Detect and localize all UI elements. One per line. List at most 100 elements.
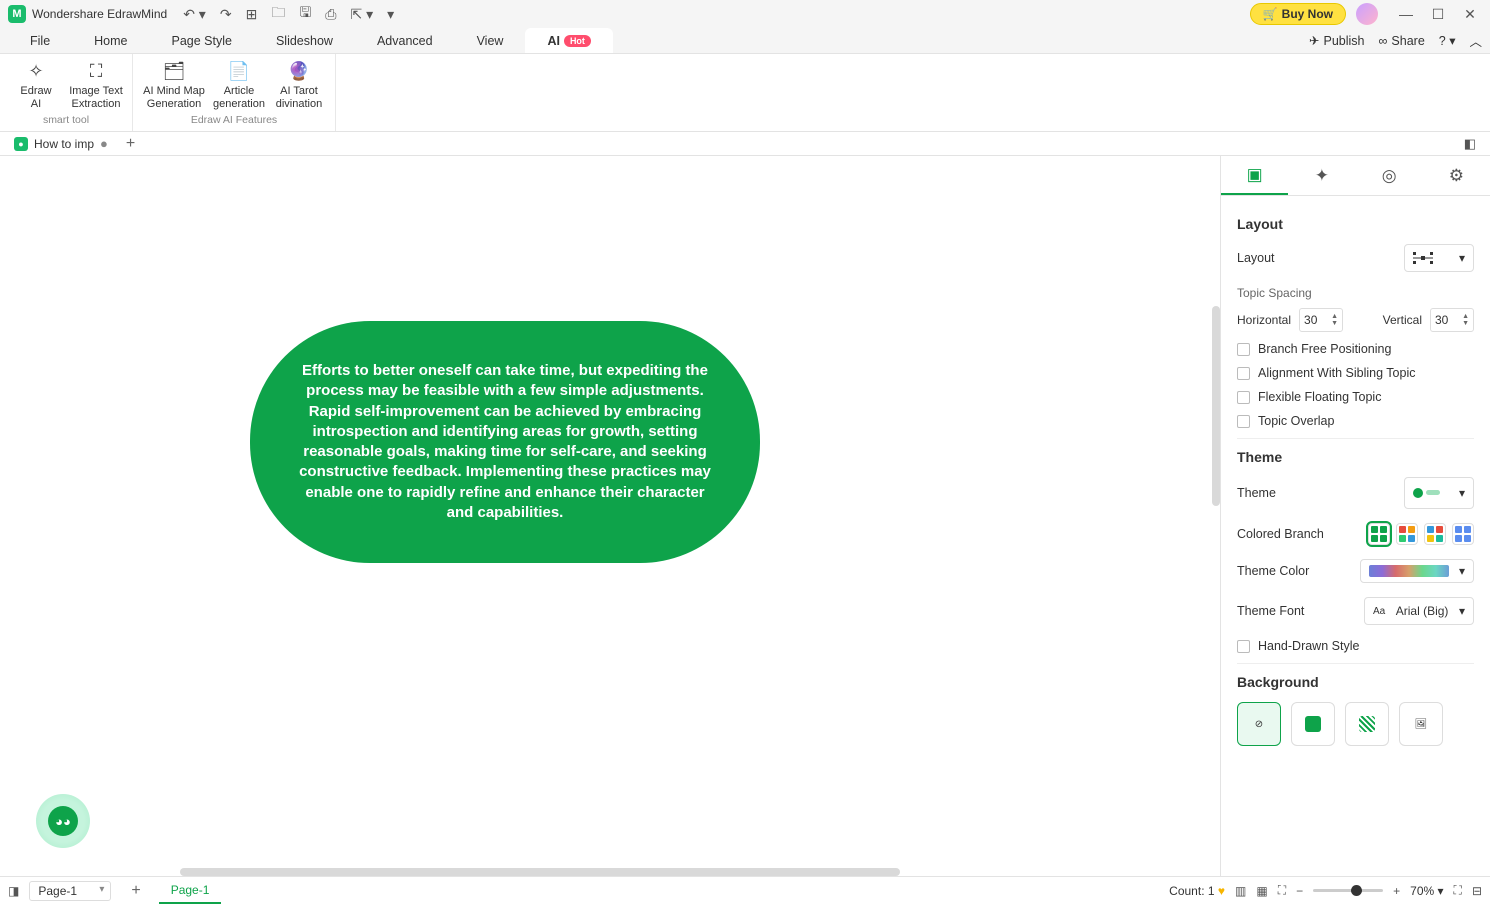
- redo-icon[interactable]: ↷: [216, 4, 236, 25]
- fit-icon[interactable]: ⛶: [1278, 883, 1286, 898]
- ai-tarot-button[interactable]: 🔮AI Tarot divination: [271, 58, 327, 114]
- zoom-value[interactable]: 70% ▾: [1410, 884, 1443, 898]
- panel-tab-style[interactable]: ✦: [1288, 156, 1355, 195]
- vertical-spinner[interactable]: 30▲▼: [1430, 308, 1474, 332]
- user-avatar[interactable]: [1356, 3, 1378, 25]
- ribbon-group-ai-features: 🗂AI Mind Map Generation 📄Article generat…: [133, 54, 336, 131]
- view-mode-1-icon[interactable]: ▥: [1235, 884, 1246, 898]
- theme-font-value: Arial (Big): [1396, 604, 1449, 618]
- new-icon[interactable]: ⊞: [242, 4, 262, 25]
- vertical-scrollbar[interactable]: [1212, 306, 1220, 506]
- menu-advanced[interactable]: Advanced: [355, 28, 455, 53]
- add-tab-button[interactable]: +: [116, 135, 145, 153]
- menu-view[interactable]: View: [455, 28, 526, 53]
- article-generation-button[interactable]: 📄Article generation: [211, 58, 267, 114]
- collapse-ribbon-icon[interactable]: ︿: [1469, 31, 1482, 50]
- zoom-handle[interactable]: [1351, 885, 1362, 896]
- menu-page-style[interactable]: Page Style: [150, 28, 254, 53]
- panel-tabs: ▣ ✦ ◎ ⚙: [1221, 156, 1490, 196]
- undo-icon[interactable]: ↶ ▾: [179, 4, 210, 25]
- zoom-out-icon[interactable]: −: [1296, 884, 1303, 898]
- colored-branch-swatches: [1368, 523, 1474, 545]
- hand-drawn-checkbox[interactable]: Hand-Drawn Style: [1237, 639, 1474, 653]
- image-text-extraction-button[interactable]: ⛶Image Text Extraction: [68, 58, 124, 114]
- theme-color-dropdown[interactable]: ▾: [1360, 559, 1474, 583]
- ai-mindmap-button[interactable]: 🗂AI Mind Map Generation: [141, 58, 207, 114]
- branch-swatch-3[interactable]: [1424, 523, 1446, 545]
- buy-now-button[interactable]: 🛒 Buy Now: [1250, 3, 1346, 25]
- menu-home[interactable]: Home: [72, 28, 149, 53]
- bg-image-option[interactable]: 🖼: [1399, 702, 1443, 746]
- canvas[interactable]: Efforts to better oneself can take time,…: [0, 156, 1220, 876]
- theme-thumb-icon: [1413, 484, 1447, 502]
- panel-tab-settings[interactable]: ⚙: [1423, 156, 1490, 195]
- outline-toggle-icon[interactable]: ◨: [8, 884, 19, 898]
- more-icon[interactable]: ▾: [383, 4, 398, 25]
- central-topic-node[interactable]: Efforts to better oneself can take time,…: [250, 321, 760, 563]
- menu-ai[interactable]: AI Hot: [525, 28, 613, 53]
- doc-tab-close-icon[interactable]: ●: [100, 136, 108, 151]
- export-icon[interactable]: ⇱ ▾: [346, 4, 377, 25]
- flexible-floating-checkbox[interactable]: Flexible Floating Topic: [1237, 390, 1474, 404]
- save-icon[interactable]: 🖫: [295, 0, 315, 28]
- align-sibling-checkbox[interactable]: Alignment With Sibling Topic: [1237, 366, 1474, 380]
- ocr-icon: ⛶: [90, 61, 103, 83]
- horizontal-scrollbar[interactable]: [180, 868, 900, 876]
- horizontal-spinner[interactable]: 30▲▼: [1299, 308, 1343, 332]
- branch-swatch-4[interactable]: [1452, 523, 1474, 545]
- checkbox-icon: [1237, 367, 1250, 380]
- bg-color-option[interactable]: [1291, 702, 1335, 746]
- collapse-panel-icon[interactable]: ⊟: [1472, 884, 1482, 898]
- minimize-icon[interactable]: —: [1394, 6, 1418, 23]
- view-mode-2-icon[interactable]: ▦: [1256, 884, 1267, 898]
- horizontal-label: Horizontal: [1237, 313, 1291, 327]
- close-icon[interactable]: ✕: [1458, 6, 1482, 23]
- bg-texture-option[interactable]: [1345, 702, 1389, 746]
- panel-toggle-icon[interactable]: ◧: [1456, 136, 1484, 152]
- color-strip-icon: [1369, 565, 1449, 577]
- quick-tools: ↶ ▾ ↷ ⊞ 🗀 🖫 ⎙ ⇱ ▾ ▾: [179, 0, 398, 28]
- panel-tab-icon[interactable]: ◎: [1356, 156, 1423, 195]
- add-page-button[interactable]: +: [121, 882, 150, 900]
- doc-tab-1[interactable]: ● How to imp ●: [6, 134, 116, 153]
- zoom-in-icon[interactable]: +: [1393, 884, 1400, 898]
- page-pill-label: Page-1: [171, 883, 210, 897]
- theme-dropdown[interactable]: ▾: [1404, 477, 1474, 509]
- topic-overlap-label: Topic Overlap: [1258, 414, 1334, 428]
- print-icon[interactable]: ⎙: [321, 4, 340, 25]
- share-label: Share: [1391, 34, 1424, 48]
- ribbon-group1-label: smart tool: [43, 114, 89, 128]
- menubar: File Home Page Style Slideshow Advanced …: [0, 28, 1490, 54]
- ribbon-group-smart-tool: ✧Edraw AI ⛶Image Text Extraction smart t…: [0, 54, 133, 131]
- panel-tab-layout[interactable]: ▣: [1221, 156, 1288, 195]
- vertical-value: 30: [1435, 313, 1448, 327]
- topic-overlap-checkbox[interactable]: Topic Overlap: [1237, 414, 1474, 428]
- layout-dropdown[interactable]: ▾: [1404, 244, 1474, 272]
- branch-swatch-2[interactable]: [1396, 523, 1418, 545]
- help-icon[interactable]: ? ▾: [1439, 33, 1456, 48]
- menu-file[interactable]: File: [8, 28, 72, 53]
- hot-badge: Hot: [564, 35, 591, 47]
- bg-none-option[interactable]: ⊘: [1237, 702, 1281, 746]
- theme-heading: Theme: [1237, 449, 1474, 465]
- branch-free-checkbox[interactable]: Branch Free Positioning: [1237, 342, 1474, 356]
- menu-slideshow[interactable]: Slideshow: [254, 28, 355, 53]
- edraw-ai-button[interactable]: ✧Edraw AI: [8, 58, 64, 114]
- zoom-slider[interactable]: [1313, 889, 1383, 892]
- open-icon[interactable]: 🗀: [267, 0, 289, 28]
- checkbox-icon: [1237, 415, 1250, 428]
- branch-swatch-1[interactable]: [1368, 523, 1390, 545]
- publish-button[interactable]: ✈ Publish: [1309, 33, 1364, 48]
- maximize-icon[interactable]: ☐: [1426, 6, 1450, 23]
- fullscreen-icon[interactable]: ⛶: [1454, 883, 1462, 898]
- edraw-ai-label: Edraw AI: [20, 85, 51, 111]
- mindmap-icon: 🗂: [163, 61, 186, 83]
- color-square-icon: [1305, 716, 1321, 732]
- page-dropdown-label: Page-1: [38, 884, 77, 898]
- theme-font-dropdown[interactable]: Aa Arial (Big)▾: [1364, 597, 1474, 625]
- share-button[interactable]: ∞ Share: [1379, 34, 1425, 48]
- none-icon: ⊘: [1255, 719, 1263, 730]
- theme-font-label: Theme Font: [1237, 604, 1304, 618]
- ai-assistant-fab[interactable]: ◕◕: [36, 794, 90, 848]
- page-dropdown[interactable]: Page-1: [29, 881, 111, 901]
